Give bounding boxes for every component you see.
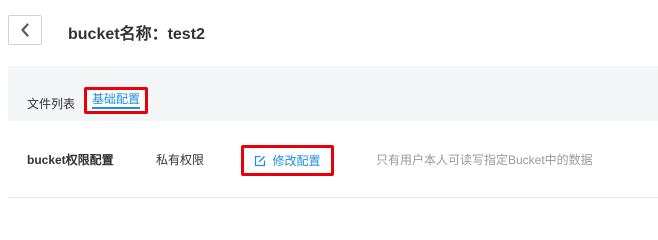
edit-config-label: 修改配置 <box>272 154 321 168</box>
edit-config-button[interactable]: 修改配置 <box>241 145 334 176</box>
chevron-left-icon <box>20 23 30 37</box>
back-button[interactable] <box>8 15 42 45</box>
permission-config-row: bucket权限配置 私有权限 修改配置 只有用户本人可读写指定Bucket中的… <box>8 121 658 197</box>
permission-config-label: bucket权限配置 <box>27 153 114 167</box>
row-divider <box>8 197 658 198</box>
permission-description: 只有用户本人可读写指定Bucket中的数据 <box>376 153 593 167</box>
tab-file-list[interactable]: 文件列表 <box>27 95 75 112</box>
tab-basic-config[interactable]: 基础配置 <box>84 87 148 114</box>
permission-value: 私有权限 <box>156 153 205 167</box>
tab-bar: 文件列表 基础配置 <box>8 66 658 121</box>
page-title: bucket名称：test2 <box>68 26 205 43</box>
edit-icon <box>254 155 266 167</box>
tab-basic-config-label: 基础配置 <box>91 92 140 109</box>
